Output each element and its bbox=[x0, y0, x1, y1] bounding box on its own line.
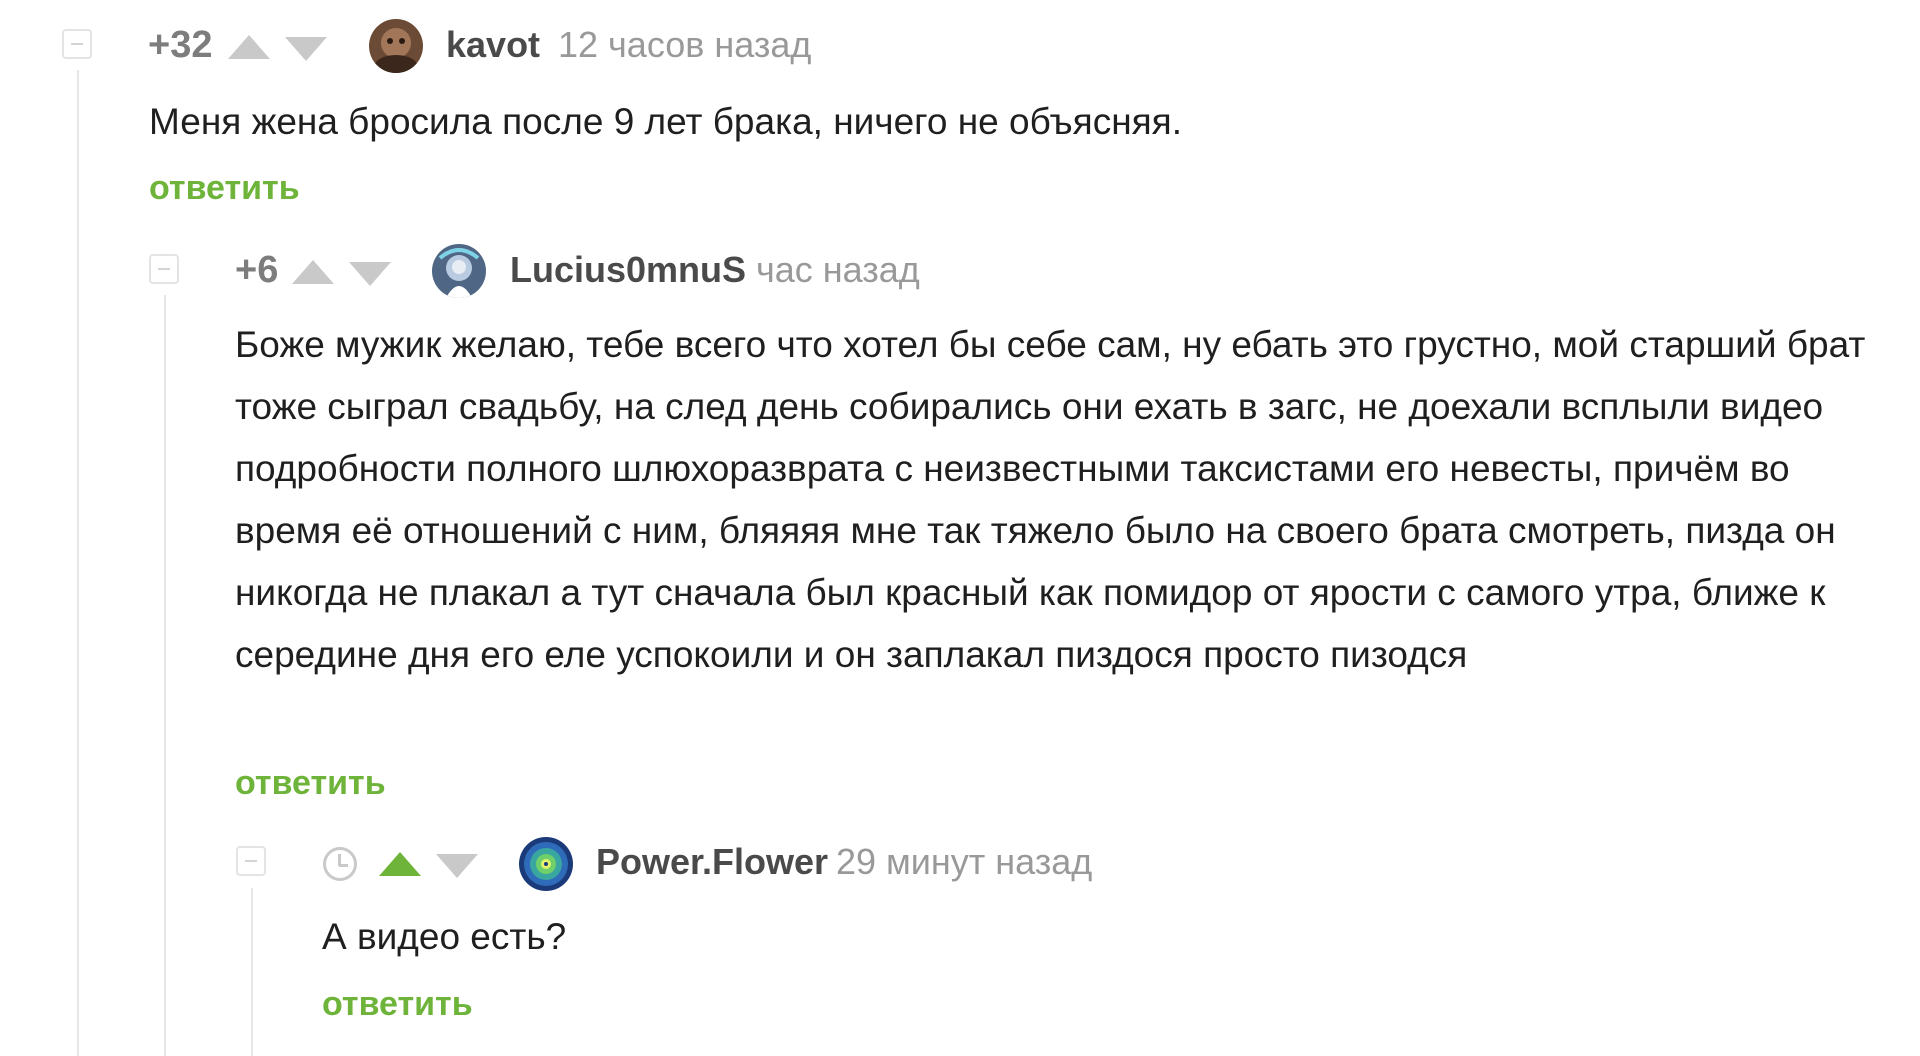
clock-icon bbox=[323, 847, 357, 881]
comment-rating: +6 bbox=[235, 249, 279, 291]
comment-timestamp: час назад bbox=[756, 249, 920, 290]
thread-line-level-1 bbox=[77, 70, 79, 1056]
collapse-thread-button[interactable] bbox=[236, 846, 266, 876]
comment-timestamp: 29 минут назад bbox=[836, 841, 1093, 882]
reply-button[interactable]: ответить bbox=[149, 168, 300, 208]
comment-text: Меня жена бросила после 9 лет брака, нич… bbox=[149, 101, 1182, 142]
downvote-icon[interactable] bbox=[349, 262, 391, 286]
upvote-icon[interactable] bbox=[379, 852, 421, 876]
comment-rating: +32 bbox=[148, 24, 213, 66]
avatar-lucius[interactable] bbox=[432, 244, 486, 298]
comment-username[interactable]: Lucius0mnuS bbox=[510, 250, 746, 290]
upvote-icon[interactable] bbox=[228, 35, 270, 59]
avatar-kavot[interactable] bbox=[369, 19, 423, 73]
comment-timestamp: 12 часов назад bbox=[558, 24, 812, 65]
downvote-icon[interactable] bbox=[436, 854, 478, 878]
comment-username[interactable]: Power.Flower bbox=[596, 842, 828, 882]
reply-button[interactable]: ответить bbox=[322, 984, 473, 1024]
avatar-power-flower[interactable] bbox=[519, 837, 573, 891]
thread-line-level-3 bbox=[251, 888, 253, 1056]
comment-text: А видео есть? bbox=[322, 916, 567, 957]
collapse-thread-button[interactable] bbox=[62, 29, 92, 59]
comment-text: Боже мужик желаю, тебе всего что хотел б… bbox=[235, 324, 1866, 675]
collapse-thread-button[interactable] bbox=[149, 254, 179, 284]
thread-line-level-2 bbox=[164, 295, 166, 1056]
comment-username[interactable]: kavot bbox=[446, 25, 540, 65]
reply-button[interactable]: ответить bbox=[235, 763, 386, 803]
upvote-icon[interactable] bbox=[292, 260, 334, 284]
downvote-icon[interactable] bbox=[285, 37, 327, 61]
